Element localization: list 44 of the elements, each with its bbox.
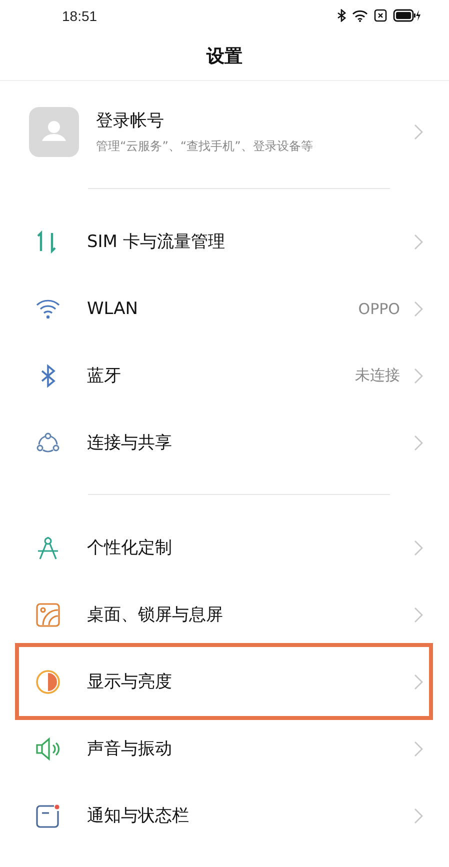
avatar-icon [29,107,79,158]
page-title: 设置 [206,44,242,68]
chevron-icon [414,606,423,622]
row-label: 个性化定制 [87,537,173,559]
wallpaper-icon [35,602,61,628]
row-value: OPPO [358,300,400,318]
chevron-icon [414,300,423,317]
settings-row[interactable]: 声音与振动 [0,715,449,782]
row-label: SIM 卡与流量管理 [87,231,226,254]
settings-row[interactable]: 通知与状态栏 [0,782,449,849]
row-label: 显示与亮度 [87,671,173,693]
row-label: 连接与共享 [87,432,173,454]
row-label: 通知与状态栏 [87,805,190,827]
status-time: 18:51 [62,8,98,24]
notification-icon [35,802,61,828]
row-label: 桌面、锁屏与息屏 [87,604,224,626]
bluetooth-icon [337,9,346,22]
wifi-icon [352,10,368,22]
row-label: WLAN [87,298,140,319]
chevron-icon [414,540,423,556]
row-label: 声音与振动 [87,738,173,760]
account-title: 登录帐号 [96,110,165,132]
contrast-icon [35,668,61,694]
settings-row[interactable]: 连接与共享 [0,409,449,476]
compass-icon [35,534,61,560]
settings-row[interactable]: 显示与亮度 [0,648,449,715]
settings-row[interactable]: 个性化定制 [0,514,449,581]
chevron-icon [414,740,423,756]
chevron-icon [414,808,423,824]
chevron-icon [414,124,423,140]
settings-row[interactable]: WLAN OPPO [0,275,449,342]
chevron-icon [414,368,423,384]
settings-row[interactable]: 蓝牙 未连接 [0,342,449,410]
settings-row[interactable]: 桌面、锁屏与息屏 [0,581,449,648]
speaker-icon [35,736,61,762]
settings-row[interactable]: SIM 卡与流量管理 [0,208,449,276]
account-subtitle: 管理“云服务”、“查找手机”、登录设备等 [96,138,314,156]
account-row[interactable]: 登录帐号 管理“云服务”、“查找手机”、登录设备等 [0,107,449,158]
battery-icon [393,9,421,22]
chevron-icon [414,434,423,451]
chevron-icon [414,674,423,690]
chevron-icon [414,234,423,250]
row-value: 未连接 [355,366,400,386]
row-label: 蓝牙 [87,365,122,388]
